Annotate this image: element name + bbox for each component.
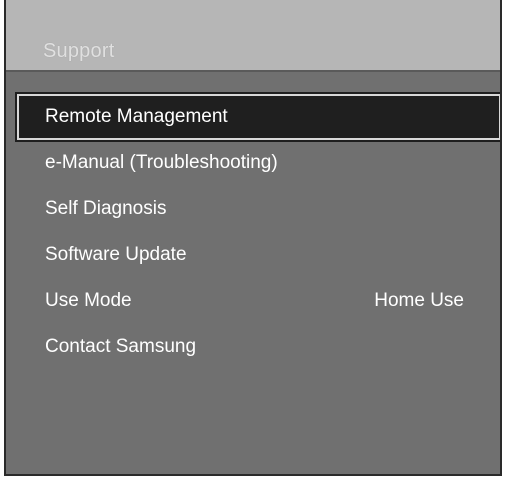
menu-title: Support	[43, 40, 115, 62]
menu-item-label: Software Update	[45, 244, 187, 265]
use-mode-value: Home Use	[374, 290, 464, 311]
menu-item-label: Contact Samsung	[45, 336, 197, 357]
menu-item-e-manual[interactable]: e-Manual (Troubleshooting)	[6, 140, 500, 186]
menu-item-self-diagnosis[interactable]: Self Diagnosis	[6, 186, 500, 232]
menu-item-use-mode[interactable]: Use Mode Home Use	[6, 278, 500, 324]
menu-item-contact-samsung[interactable]: Contact Samsung	[6, 324, 500, 370]
menu-item-label: Use Mode	[45, 290, 132, 311]
menu-item-label: Self Diagnosis	[45, 198, 167, 219]
menu-item-label: Remote Management	[45, 106, 228, 127]
menu-header: Support	[6, 0, 500, 72]
support-menu-panel: Support Remote Management e-Manual (Trou…	[4, 0, 502, 476]
menu-item-label: e-Manual (Troubleshooting)	[45, 152, 278, 173]
menu-item-remote-management[interactable]: Remote Management	[15, 92, 500, 142]
menu-item-software-update[interactable]: Software Update	[6, 232, 500, 278]
